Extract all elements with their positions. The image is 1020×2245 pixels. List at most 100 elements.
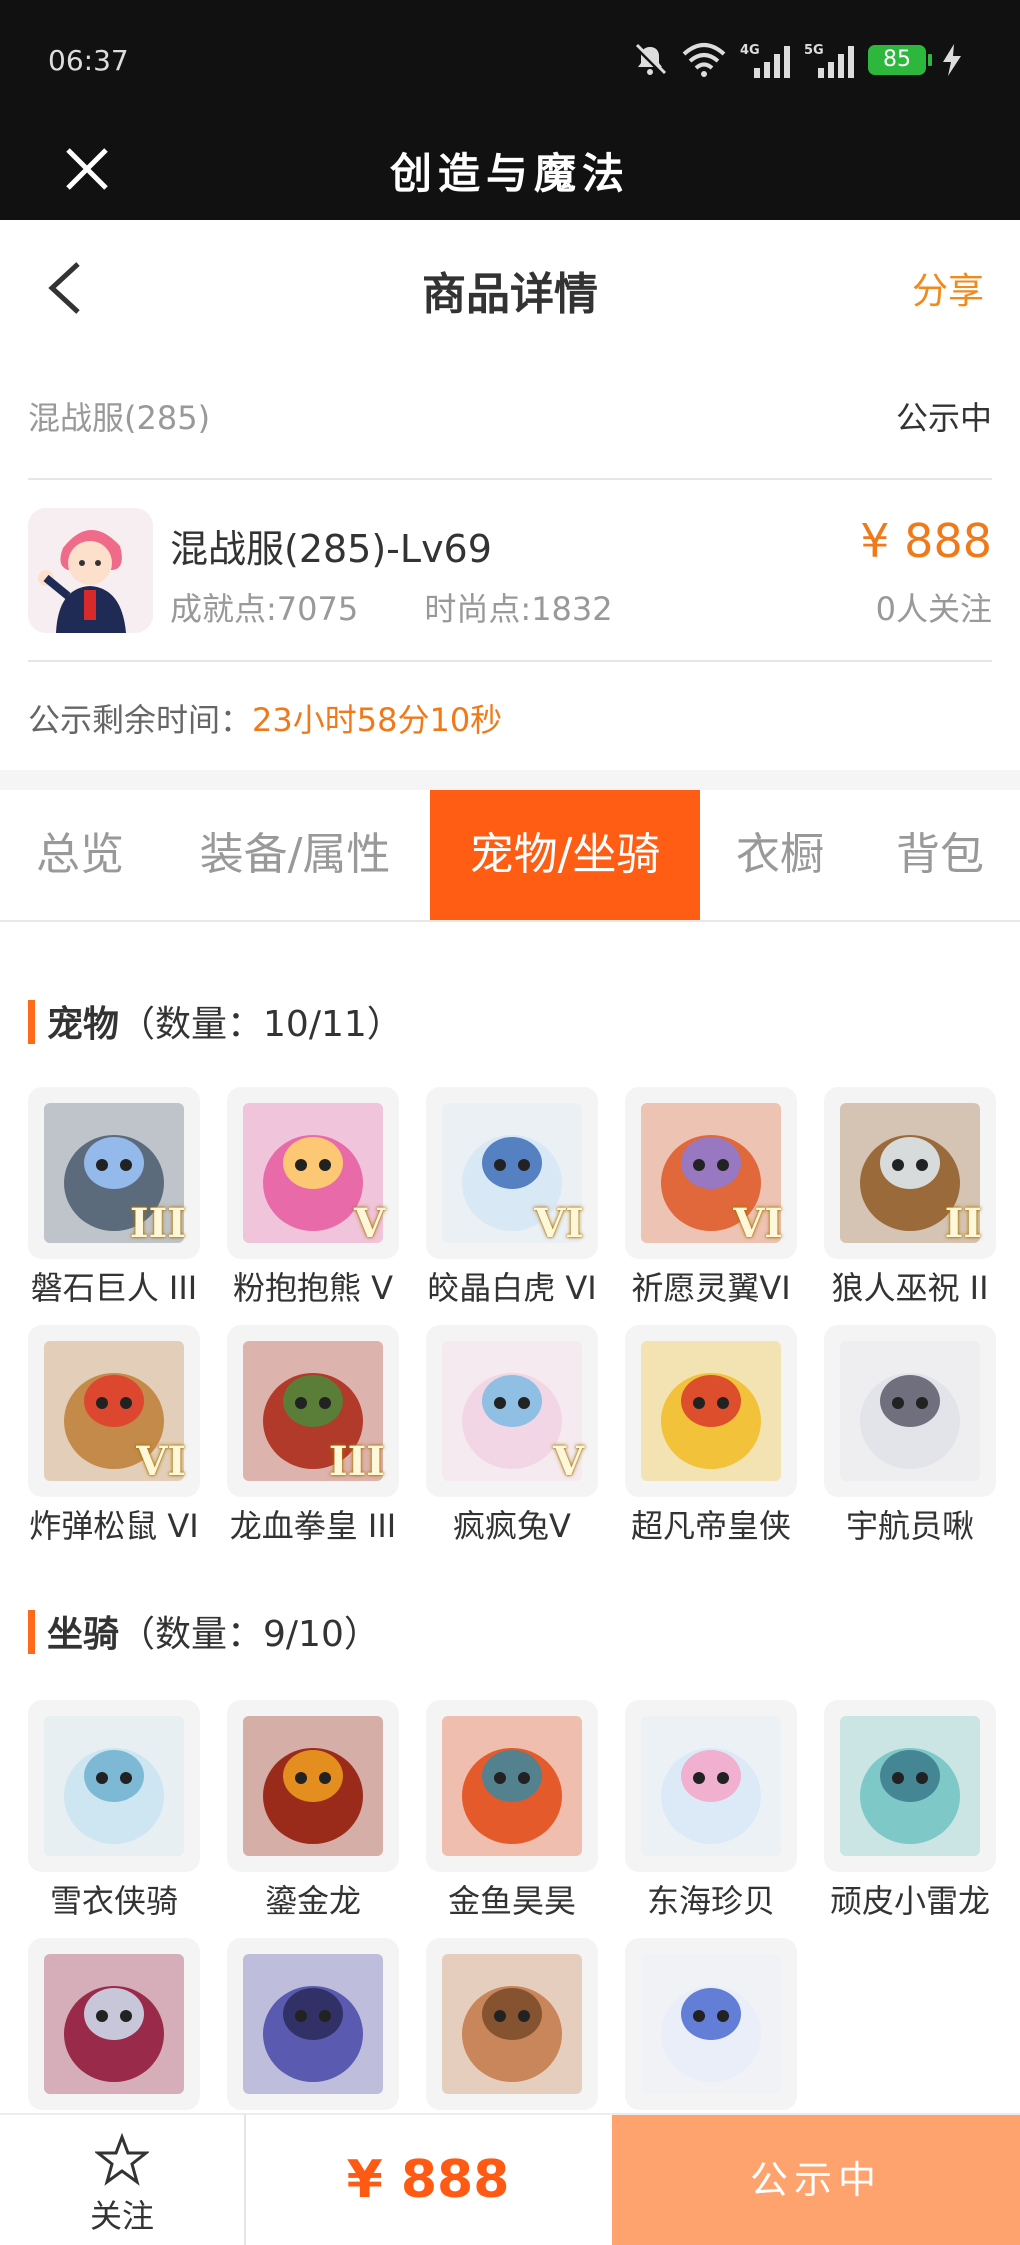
section-gap — [0, 770, 1020, 790]
item-label: 祈愿灵翼VI — [631, 1269, 791, 1307]
grid-item[interactable]: 宇航员啾 — [824, 1325, 996, 1547]
divider — [28, 660, 992, 662]
item-thumbnail — [28, 1700, 200, 1872]
item-thumbnail — [227, 1700, 399, 1872]
grid-item[interactable]: II 狼人巫祝 II — [824, 1087, 996, 1309]
product-name: 混战服(285)-Lv69 — [170, 527, 492, 571]
product-summary: 混战服(285)-Lv69 ¥ 888 成就点:7075 时尚点:1832 0人… — [28, 500, 992, 640]
grid-item[interactable]: 鎏金龙 — [227, 1700, 399, 1922]
grid-item[interactable] — [426, 1938, 598, 2114]
item-label: 雪衣侠骑 — [49, 1882, 178, 1920]
item-label: 龙血拳皇 III — [229, 1507, 397, 1545]
star-icon — [95, 2133, 149, 2186]
grid-item[interactable] — [625, 1938, 797, 2114]
item-art — [641, 1341, 781, 1481]
item-label: 疯疯兔V — [453, 1507, 571, 1545]
clock: 06:37 — [48, 44, 129, 77]
achievement-points: 成就点:7075 — [170, 590, 359, 628]
item-thumbnail — [28, 1938, 200, 2110]
grid-item[interactable]: VI 炸弹松鼠 VI — [28, 1325, 200, 1547]
item-label: 狼人巫祝 II — [831, 1269, 989, 1307]
server-row: 混战服(285) 公示中 — [28, 385, 992, 445]
tab-backpack[interactable]: 背包 — [860, 790, 1020, 920]
server-name: 混战服(285) — [28, 399, 211, 437]
publicity-button[interactable]: 公示中 — [612, 2115, 1020, 2245]
item-label: 鎏金龙 — [264, 1882, 361, 1920]
grid-item[interactable]: VI 皎晶白虎 VI — [426, 1087, 598, 1309]
item-thumbnail: VI — [625, 1087, 797, 1259]
grid-item[interactable]: III 龙血拳皇 III — [227, 1325, 399, 1547]
avatar — [28, 508, 153, 633]
item-label: 炸弹松鼠 VI — [29, 1507, 199, 1545]
item-art — [442, 1954, 582, 2094]
item-art — [840, 1341, 980, 1481]
item-thumbnail: III — [28, 1087, 200, 1259]
item-label: 顽皮小雷龙 — [829, 1882, 990, 1920]
item-art — [641, 1954, 781, 2094]
item-label: 粉抱抱熊 V — [232, 1269, 394, 1307]
grid-item[interactable] — [227, 1938, 399, 2114]
pets-title: 宠物 — [47, 1004, 120, 1045]
followers-count: 0人关注 — [875, 590, 992, 628]
product-stats: 成就点:7075 时尚点:1832 — [170, 584, 669, 630]
mute-icon — [634, 43, 667, 76]
item-label: 皎晶白虎 VI — [427, 1269, 597, 1307]
item-thumbnail — [227, 1938, 399, 2110]
follow-label: 关注 — [89, 2197, 154, 2235]
tab-equipment[interactable]: 装备/属性 — [160, 790, 430, 920]
tab-overview[interactable]: 总览 — [0, 790, 160, 920]
item-thumbnail — [824, 1325, 996, 1497]
item-label: 金鱼昊昊 — [447, 1882, 576, 1920]
item-label: 东海珍贝 — [646, 1882, 775, 1920]
grid-item[interactable]: V 粉抱抱熊 V — [227, 1087, 399, 1309]
grid-item[interactable]: 超凡帝皇侠 — [625, 1325, 797, 1547]
item-thumbnail: VI — [426, 1087, 598, 1259]
follow-button[interactable]: 关注 — [0, 2115, 246, 2245]
grid-item[interactable] — [28, 1938, 200, 2114]
item-thumbnail: V — [227, 1087, 399, 1259]
item-thumbnail — [426, 1938, 598, 2110]
listing-state: 公示中 — [895, 399, 992, 437]
battery-icon: 85 — [868, 45, 932, 75]
countdown-row: 公示剩余时间：23小时58分10秒 — [28, 695, 502, 741]
tab-pets-mounts[interactable]: 宠物/坐骑 — [430, 790, 700, 920]
tab-wardrobe[interactable]: 衣橱 — [700, 790, 860, 920]
item-art — [442, 1716, 582, 1856]
status-icons: 4G 5G 85 — [632, 38, 964, 82]
item-thumbnail: II — [824, 1087, 996, 1259]
product-price: ¥ 888 — [860, 514, 992, 568]
grid-item[interactable]: 金鱼昊昊 — [426, 1700, 598, 1922]
pets-count: （数量：10/11） — [119, 1004, 403, 1045]
countdown-value: 23小时58分10秒 — [252, 701, 503, 739]
item-thumbnail — [426, 1700, 598, 1872]
divider — [28, 478, 992, 480]
item-label: 超凡帝皇侠 — [630, 1507, 791, 1545]
mounts-count: （数量：9/10） — [119, 1614, 380, 1655]
grade-badge: III — [129, 1200, 186, 1247]
item-art — [243, 1716, 383, 1856]
svg-text:4G: 4G — [740, 43, 760, 58]
item-label: 宇航员啾 — [845, 1507, 974, 1545]
item-art — [641, 1716, 781, 1856]
page-title: 商品详情 — [422, 269, 598, 320]
grade-badge: III — [328, 1438, 385, 1485]
item-art — [44, 1954, 184, 2094]
item-thumbnail: III — [227, 1325, 399, 1497]
item-thumbnail — [625, 1325, 797, 1497]
app-title: 创造与魔法 — [389, 149, 630, 198]
item-art — [44, 1716, 184, 1856]
grade-badge: VI — [136, 1438, 186, 1485]
grade-badge: VI — [733, 1200, 783, 1247]
share-button[interactable]: 分享 — [912, 262, 984, 314]
grid-item[interactable]: 东海珍贝 — [625, 1700, 797, 1922]
grid-item[interactable]: III 磐石巨人 III — [28, 1087, 200, 1309]
grid-item[interactable]: 顽皮小雷龙 — [824, 1700, 996, 1922]
pets-section-title: 宠物（数量：10/11） — [28, 995, 403, 1045]
item-thumbnail — [625, 1700, 797, 1872]
grid-item[interactable]: V 疯疯兔V — [426, 1325, 598, 1547]
app-bar: 创造与魔法 — [0, 118, 1020, 220]
grid-item[interactable]: VI 祈愿灵翼VI — [625, 1087, 797, 1309]
grid-item[interactable]: 雪衣侠骑 — [28, 1700, 200, 1922]
signal-4g-icon: 4G — [740, 43, 790, 78]
fashion-points: 时尚点:1832 — [424, 590, 613, 628]
